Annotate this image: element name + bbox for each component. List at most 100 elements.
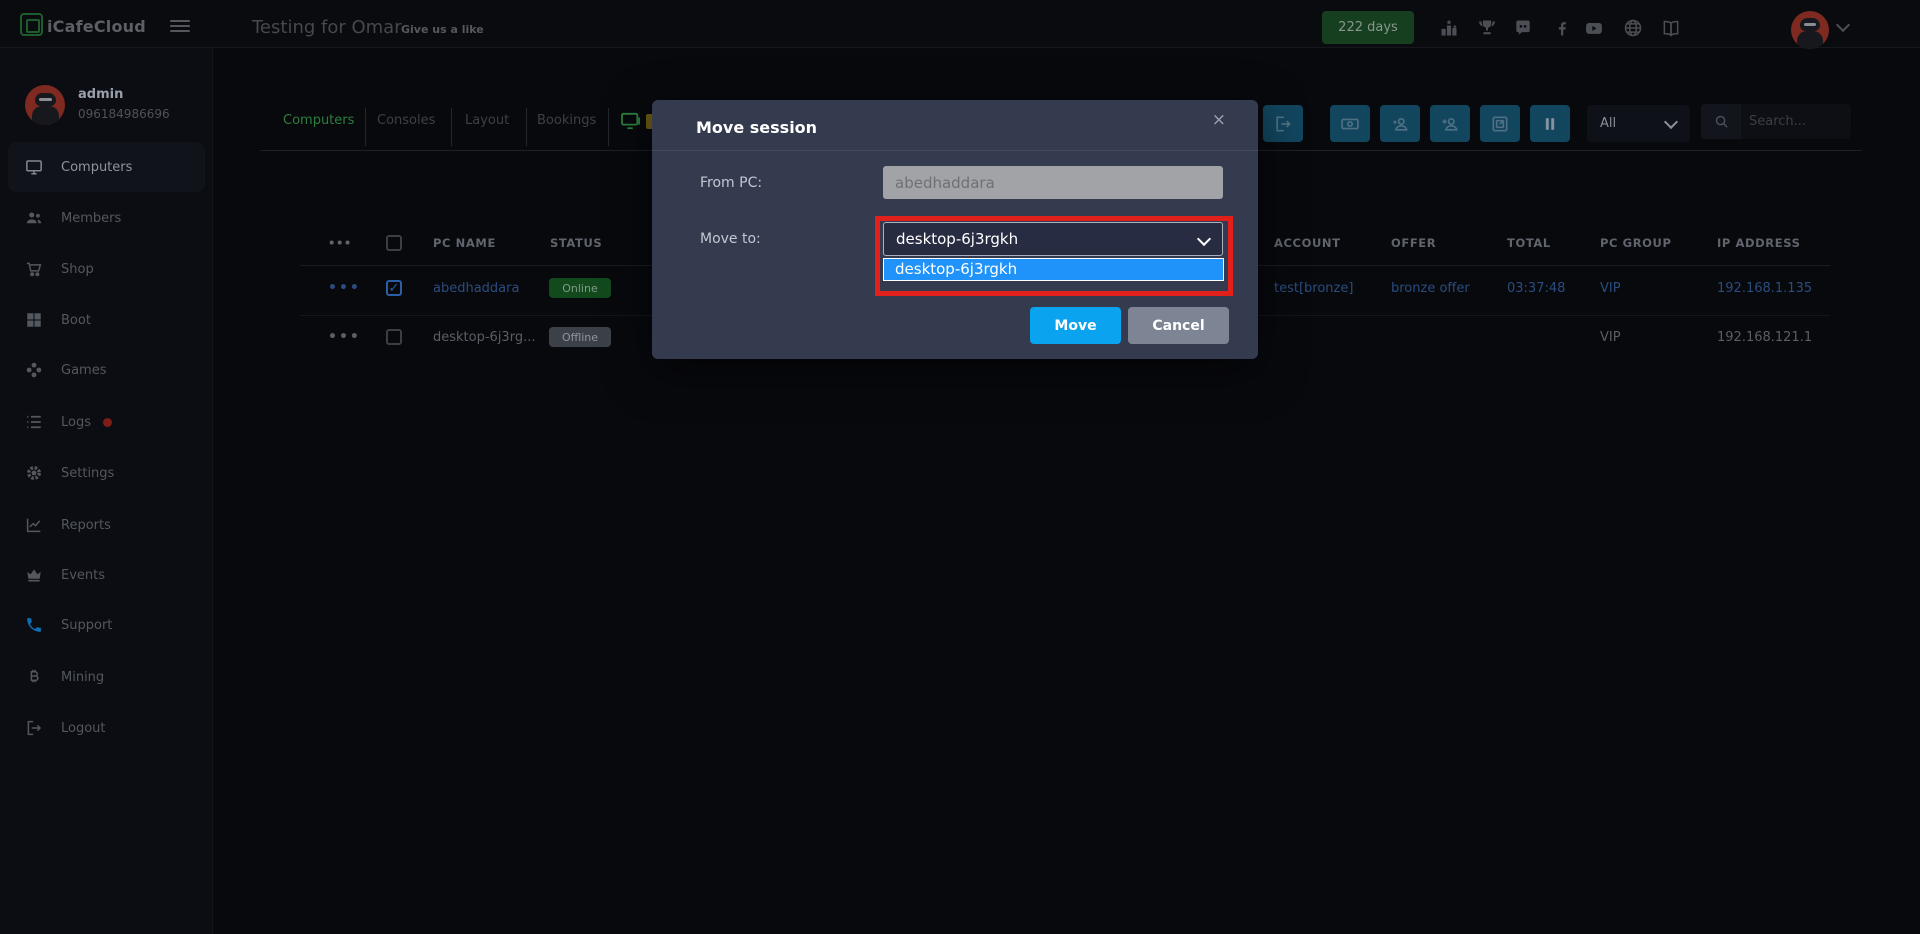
sidebar-item-games[interactable]: Games xyxy=(8,345,205,395)
status-badge: Offline xyxy=(549,327,611,347)
move-to-option[interactable]: desktop-6j3rgkh xyxy=(884,259,1223,280)
tab-layout[interactable]: Layout xyxy=(465,113,509,128)
tab-computers[interactable]: Computers xyxy=(283,113,354,128)
pc-name-link[interactable]: abedhaddara xyxy=(433,281,519,296)
members-people-icon xyxy=(25,209,43,227)
top-header: iCafeCloud Testing for Omar Give us a li… xyxy=(0,0,1920,48)
guest-account-button[interactable] xyxy=(1380,105,1420,142)
search-input[interactable] xyxy=(1741,114,1841,129)
sidebar-item-support[interactable]: Support xyxy=(8,600,205,650)
group-filter-select[interactable]: All xyxy=(1587,105,1690,142)
sidebar-avatar[interactable] xyxy=(25,85,65,125)
move-button[interactable]: Move xyxy=(1030,307,1121,344)
discord-icon[interactable] xyxy=(1512,17,1534,39)
sidebar-item-label: Games xyxy=(61,363,106,378)
col-pc-group: PC GROUP xyxy=(1600,236,1672,250)
logo-text: iCafeCloud xyxy=(47,17,146,36)
trophy-icon[interactable] xyxy=(1476,17,1498,39)
total-cell: 03:37:48 xyxy=(1507,281,1565,296)
offer-cell: bronze offer xyxy=(1391,281,1470,296)
ip-cell: 192.168.121.1 xyxy=(1717,330,1812,345)
modal-close-icon[interactable]: × xyxy=(1212,110,1226,130)
from-pc-input xyxy=(883,166,1223,199)
pause-button[interactable] xyxy=(1530,105,1570,142)
logout-icon xyxy=(25,719,43,737)
tab-bookings[interactable]: Bookings xyxy=(537,113,596,128)
sidebar-item-mining[interactable]: Mining xyxy=(8,652,205,702)
games-gamepad-icon xyxy=(25,361,43,379)
sidebar-item-label: Members xyxy=(61,211,121,226)
account-cell[interactable]: test[bronze] xyxy=(1274,281,1353,296)
move-to-select[interactable]: desktop-6j3rgkh xyxy=(883,222,1223,256)
col-pc-name: PC NAME xyxy=(433,236,496,250)
youtube-icon[interactable] xyxy=(1583,17,1605,39)
tab-divider xyxy=(451,108,452,146)
tab-consoles[interactable]: Consoles xyxy=(377,113,435,128)
modal-title: Move session xyxy=(696,118,817,137)
search-box[interactable] xyxy=(1701,104,1851,139)
move-to-option-list: desktop-6j3rgkh xyxy=(883,258,1224,281)
col-ip-address: IP ADDRESS xyxy=(1717,236,1800,250)
computers-monitor-icon xyxy=(25,158,43,176)
select-chevron-down-icon xyxy=(1197,232,1211,246)
ip-cell: 192.168.1.135 xyxy=(1717,281,1812,296)
sidebar-item-logs[interactable]: Logs xyxy=(8,397,205,447)
sidebar-user-phone: 096184986696 xyxy=(78,107,170,121)
monitor-view-icon[interactable] xyxy=(620,112,642,130)
sidebar-item-logout[interactable]: Logout xyxy=(8,703,205,753)
user-avatar[interactable] xyxy=(1791,11,1829,49)
sidebar-item-label: Events xyxy=(61,568,105,583)
modal-header-divider xyxy=(652,150,1258,151)
sidebar-item-settings[interactable]: Settings xyxy=(8,448,205,498)
tab-divider xyxy=(608,108,609,146)
reports-chart-icon xyxy=(25,516,43,534)
filter-value: All xyxy=(1600,116,1616,131)
sidebar-item-label: Computers xyxy=(61,160,132,175)
days-remaining-badge[interactable]: 222 days xyxy=(1322,11,1414,44)
sidebar-item-events[interactable]: Events xyxy=(8,550,205,600)
sidebar-item-computers[interactable]: Computers xyxy=(8,142,205,192)
add-member-button[interactable] xyxy=(1430,105,1470,142)
move-to-selected-value: desktop-6j3rgkh xyxy=(896,230,1018,248)
row-checkbox[interactable] xyxy=(386,329,402,345)
logs-list-icon xyxy=(25,413,43,431)
sidebar-item-label: Mining xyxy=(61,670,104,685)
sidebar-username: admin xyxy=(78,87,123,102)
select-all-checkbox[interactable] xyxy=(386,235,402,251)
pc-name-cell[interactable]: desktop-6j3rg... xyxy=(433,330,535,345)
sidebar-item-members[interactable]: Members xyxy=(8,193,205,243)
sidebar-item-shop[interactable]: Shop xyxy=(8,244,205,294)
pc-group-cell: VIP xyxy=(1600,281,1621,296)
account-chevron-down-icon[interactable] xyxy=(1836,18,1850,32)
row-checkbox[interactable]: ✓ xyxy=(386,280,402,296)
sidebar-item-label: Settings xyxy=(61,466,114,481)
sidebar-item-label: Boot xyxy=(61,313,91,328)
manual-book-icon[interactable] xyxy=(1660,17,1682,39)
cancel-button[interactable]: Cancel xyxy=(1128,307,1229,344)
filter-chevron-icon xyxy=(1664,115,1678,129)
move-session-modal: Move session × From PC: Move to: desktop… xyxy=(652,100,1258,359)
give-us-a-like-link[interactable]: Give us a like xyxy=(401,23,484,36)
facebook-icon[interactable] xyxy=(1551,17,1573,39)
ranking-icon[interactable] xyxy=(1438,17,1460,39)
app-screen: iCafeCloud Testing for Omar Give us a li… xyxy=(0,0,1920,934)
tab-divider xyxy=(365,108,366,146)
sidebar-item-boot[interactable]: Boot xyxy=(8,295,205,345)
col-status: STATUS xyxy=(550,236,602,250)
col-actions: ••• xyxy=(328,236,352,250)
sidebar: admin 096184986696 Computers Members Sho… xyxy=(0,48,213,934)
settings-gear-icon xyxy=(25,464,43,482)
website-globe-icon[interactable] xyxy=(1622,17,1644,39)
tab-divider xyxy=(526,108,527,146)
screenshot-button[interactable] xyxy=(1480,105,1520,142)
support-phone-icon xyxy=(25,616,43,634)
money-topup-button[interactable] xyxy=(1330,105,1370,142)
status-badge: Online xyxy=(549,278,611,298)
row-actions-menu[interactable]: ••• xyxy=(328,280,361,296)
events-crown-icon xyxy=(25,566,43,584)
row-actions-menu[interactable]: ••• xyxy=(328,329,361,345)
boot-windows-icon xyxy=(25,311,43,329)
sidebar-item-reports[interactable]: Reports xyxy=(8,500,205,550)
hamburger-menu-icon[interactable] xyxy=(170,20,190,33)
checkout-session-button[interactable] xyxy=(1263,105,1303,142)
